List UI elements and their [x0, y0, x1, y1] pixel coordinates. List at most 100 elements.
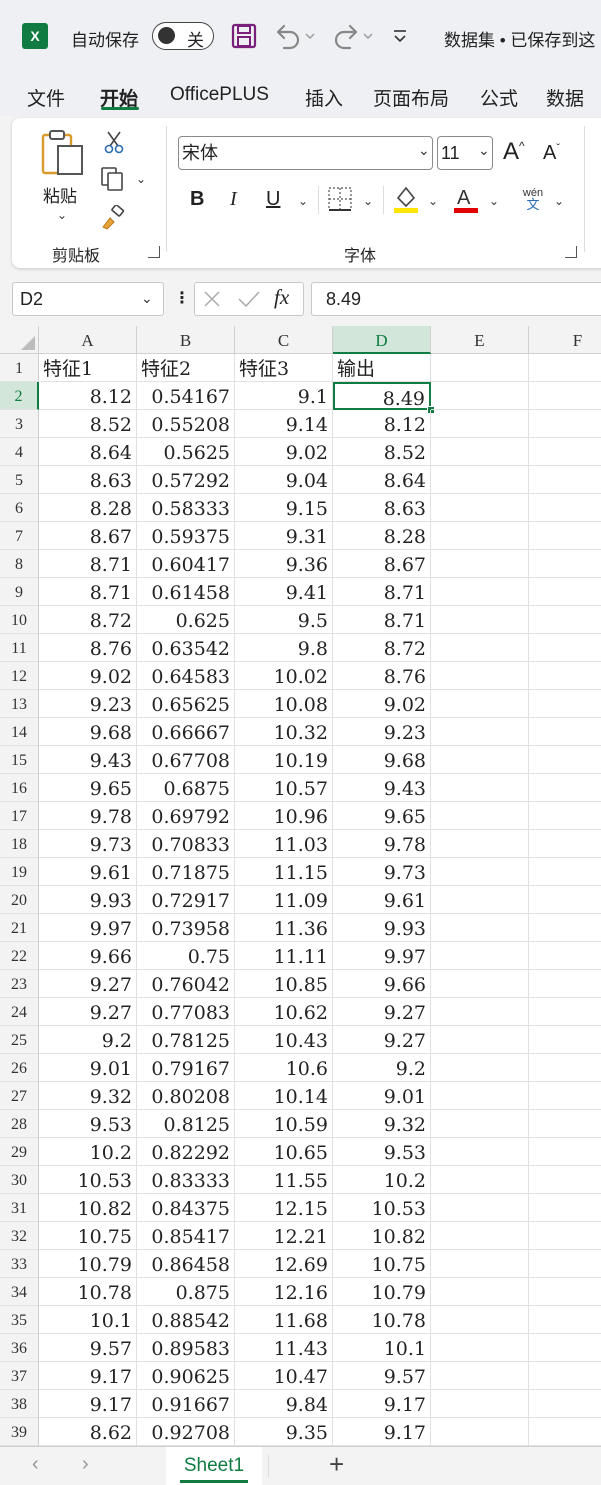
row-header[interactable]: 35 — [0, 1306, 39, 1334]
column-header-e[interactable]: E — [431, 326, 529, 354]
cell-c24[interactable]: 10.62 — [235, 998, 333, 1026]
add-sheet-button[interactable]: + — [329, 1449, 344, 1480]
cell-d14[interactable]: 9.23 — [333, 718, 431, 746]
cell-e31[interactable] — [431, 1194, 529, 1222]
cell-e37[interactable] — [431, 1362, 529, 1390]
row-header[interactable]: 31 — [0, 1194, 39, 1222]
cell-e5[interactable] — [431, 466, 529, 494]
cell-e36[interactable] — [431, 1334, 529, 1362]
cell-b22[interactable]: 0.75 — [137, 942, 235, 970]
cell-c15[interactable]: 10.19 — [235, 746, 333, 774]
cell-b7[interactable]: 0.59375 — [137, 522, 235, 550]
cell-f9[interactable] — [529, 578, 601, 606]
cell-b29[interactable]: 0.82292 — [137, 1138, 235, 1166]
cell-f5[interactable] — [529, 466, 601, 494]
row-header[interactable]: 13 — [0, 690, 39, 718]
cell-c31[interactable]: 12.15 — [235, 1194, 333, 1222]
row-header[interactable]: 23 — [0, 970, 39, 998]
cell-b30[interactable]: 0.83333 — [137, 1166, 235, 1194]
tab-page-layout[interactable]: 页面布局 — [373, 84, 449, 111]
cell-c26[interactable]: 10.6 — [235, 1054, 333, 1082]
cell-a26[interactable]: 9.01 — [39, 1054, 137, 1082]
font-name-dropdown-icon[interactable]: ⌄ — [418, 142, 430, 159]
cell-b36[interactable]: 0.89583 — [137, 1334, 235, 1362]
cell-b14[interactable]: 0.66667 — [137, 718, 235, 746]
cell-a6[interactable]: 8.28 — [39, 494, 137, 522]
cell-d27[interactable]: 9.01 — [333, 1082, 431, 1110]
cell-a17[interactable]: 9.78 — [39, 802, 137, 830]
cell-f7[interactable] — [529, 522, 601, 550]
cell-c21[interactable]: 11.36 — [235, 914, 333, 942]
cell-d23[interactable]: 9.66 — [333, 970, 431, 998]
cell-c36[interactable]: 11.43 — [235, 1334, 333, 1362]
cell-d11[interactable]: 8.72 — [333, 634, 431, 662]
cell-f28[interactable] — [529, 1110, 601, 1138]
cell-f14[interactable] — [529, 718, 601, 746]
cell-a24[interactable]: 9.27 — [39, 998, 137, 1026]
cell-b37[interactable]: 0.90625 — [137, 1362, 235, 1390]
italic-button[interactable]: I — [230, 188, 237, 211]
row-header[interactable]: 5 — [0, 466, 39, 494]
row-header[interactable]: 18 — [0, 830, 39, 858]
cell-e32[interactable] — [431, 1222, 529, 1250]
cell-b16[interactable]: 0.6875 — [137, 774, 235, 802]
cell-a28[interactable]: 9.53 — [39, 1110, 137, 1138]
formula-input[interactable]: 8.49 — [311, 282, 601, 316]
cell-b24[interactable]: 0.77083 — [137, 998, 235, 1026]
cell-f38[interactable] — [529, 1390, 601, 1418]
cell-e20[interactable] — [431, 886, 529, 914]
cell-d29[interactable]: 9.53 — [333, 1138, 431, 1166]
cell-a15[interactable]: 9.43 — [39, 746, 137, 774]
cell-a12[interactable]: 9.02 — [39, 662, 137, 690]
cell-d31[interactable]: 10.53 — [333, 1194, 431, 1222]
row-header[interactable]: 32 — [0, 1222, 39, 1250]
cell-e19[interactable] — [431, 858, 529, 886]
column-header-b[interactable]: B — [137, 326, 235, 354]
cell-b38[interactable]: 0.91667 — [137, 1390, 235, 1418]
cell-b28[interactable]: 0.8125 — [137, 1110, 235, 1138]
tab-officeplus[interactable]: OfficePLUS — [170, 84, 269, 106]
decrease-font-size-icon[interactable]: Aˇ — [543, 142, 560, 165]
select-all-corner[interactable] — [0, 326, 39, 354]
cell-e11[interactable] — [431, 634, 529, 662]
cut-icon[interactable] — [104, 130, 124, 154]
cell-f39[interactable] — [529, 1418, 601, 1446]
cell-c20[interactable]: 11.09 — [235, 886, 333, 914]
cell-e30[interactable] — [431, 1166, 529, 1194]
row-header[interactable]: 30 — [0, 1166, 39, 1194]
font-color-dropdown-icon[interactable]: ⌄ — [489, 194, 499, 208]
cell-f17[interactable] — [529, 802, 601, 830]
cell-d37[interactable]: 9.57 — [333, 1362, 431, 1390]
cell-c28[interactable]: 10.59 — [235, 1110, 333, 1138]
cell-e15[interactable] — [431, 746, 529, 774]
cell-c7[interactable]: 9.31 — [235, 522, 333, 550]
cell-d13[interactable]: 9.02 — [333, 690, 431, 718]
cell-f24[interactable] — [529, 998, 601, 1026]
row-header[interactable]: 22 — [0, 942, 39, 970]
paste-label[interactable]: 粘贴 — [43, 182, 77, 207]
cell-c6[interactable]: 9.15 — [235, 494, 333, 522]
cell-f19[interactable] — [529, 858, 601, 886]
cell-d16[interactable]: 9.43 — [333, 774, 431, 802]
cell-d30[interactable]: 10.2 — [333, 1166, 431, 1194]
cell-c1[interactable]: 特征3 — [235, 354, 333, 382]
cell-f3[interactable] — [529, 410, 601, 438]
cell-c29[interactable]: 10.65 — [235, 1138, 333, 1166]
cell-b25[interactable]: 0.78125 — [137, 1026, 235, 1054]
cell-b39[interactable]: 0.92708 — [137, 1418, 235, 1446]
cell-f8[interactable] — [529, 550, 601, 578]
cell-b23[interactable]: 0.76042 — [137, 970, 235, 998]
row-header[interactable]: 26 — [0, 1054, 39, 1082]
cell-e1[interactable] — [431, 354, 529, 382]
cell-a22[interactable]: 9.66 — [39, 942, 137, 970]
tab-file[interactable]: 文件 — [27, 84, 65, 111]
row-header[interactable]: 24 — [0, 998, 39, 1026]
cell-c25[interactable]: 10.43 — [235, 1026, 333, 1054]
column-header-f[interactable]: F — [529, 326, 601, 354]
font-size-dropdown-icon[interactable]: ⌄ — [478, 142, 490, 159]
row-header[interactable]: 12 — [0, 662, 39, 690]
borders-icon[interactable] — [327, 186, 353, 212]
cell-b27[interactable]: 0.80208 — [137, 1082, 235, 1110]
cell-e26[interactable] — [431, 1054, 529, 1082]
cell-b34[interactable]: 0.875 — [137, 1278, 235, 1306]
